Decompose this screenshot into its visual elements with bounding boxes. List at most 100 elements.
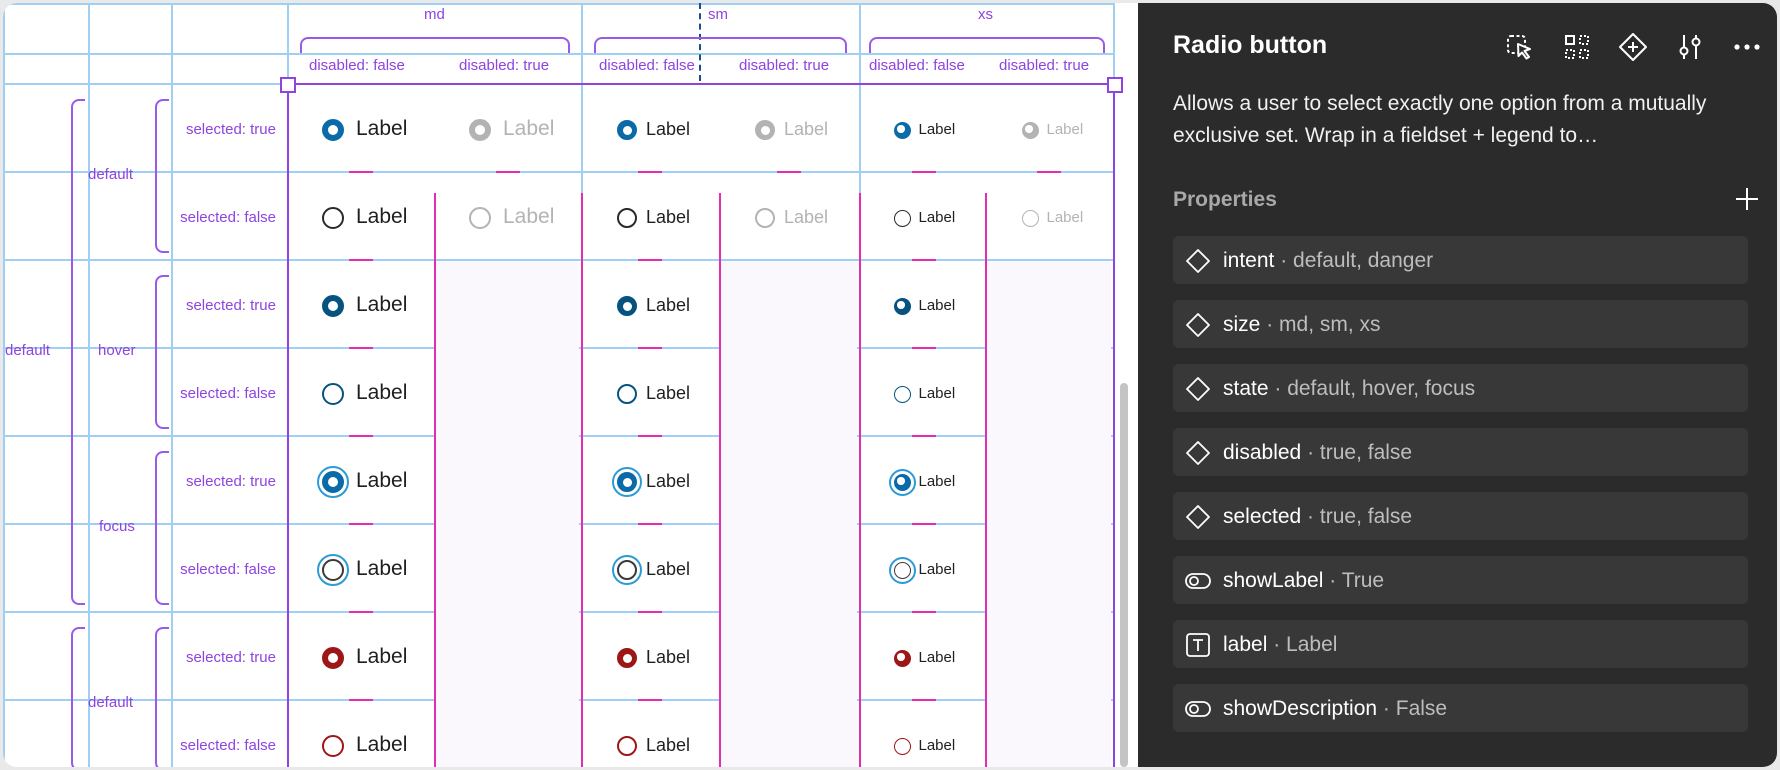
property-row-state[interactable]: state · default, hover, focus [1173,364,1748,412]
radio-unselected-icon[interactable] [617,384,637,404]
radio-unselected-icon[interactable] [893,737,911,755]
state-label: default [88,694,134,711]
radio-selected-icon[interactable] [617,296,637,316]
radio-selected-icon[interactable] [322,647,344,669]
radio-label: Label [918,385,956,402]
property-name: selected · true, false [1223,505,1412,529]
empty-cell [987,261,1111,767]
radio-selected-icon[interactable] [617,472,637,492]
property-label: state [1223,377,1269,400]
selected-group-brace [155,99,169,253]
radio-unselected-icon[interactable] [617,560,637,580]
spacing-tick [912,171,936,173]
radio-selected-icon[interactable] [322,119,344,141]
guide-line [171,3,173,767]
more-icon[interactable] [1730,30,1764,64]
property-name: label · Label [1223,633,1337,657]
radio-unselected-icon[interactable] [893,209,911,227]
radio-selected-icon[interactable] [617,120,637,140]
radio-dot [897,125,905,133]
property-row-showlabel[interactable]: showLabel · True [1173,556,1748,604]
radio-label: Label [918,209,956,226]
radio-label: Label [356,293,408,317]
property-row-disabled[interactable]: disabled · true, false [1173,428,1748,476]
properties-panel: Radio button Allows a user to select exa… [1138,3,1777,767]
radio-label: Label [356,117,408,141]
radio-label: Label [1046,121,1084,138]
row-label: selected: true [185,649,276,666]
variants-grid-icon[interactable] [1560,30,1594,64]
guide-line [3,53,1115,55]
adjust-sliders-icon[interactable] [1673,30,1707,64]
resize-handle[interactable] [280,77,296,93]
spacing-tick [638,611,662,613]
radio-dot [327,652,338,663]
property-name: state · default, hover, focus [1223,377,1475,401]
property-row-label[interactable]: label · Label [1173,620,1748,668]
select-instance-icon[interactable] [1503,30,1537,64]
state-group-brace [71,627,85,767]
radio-dot [622,301,632,311]
radio-selected-icon[interactable] [322,295,344,317]
property-values: · default, hover, focus [1268,377,1476,400]
row-label: selected: true [185,121,276,138]
radio-selected-icon[interactable] [893,473,911,491]
radio-dot [622,125,632,135]
radio-label: Label [503,205,555,229]
cell-separator [985,193,987,767]
spacing-tick [349,171,373,173]
radio-dot [327,476,338,487]
column-label: disabled: false [309,57,405,74]
property-name: disabled · true, false [1223,441,1412,465]
radio-unselected-icon[interactable] [322,383,344,405]
radio-unselected-icon[interactable] [322,207,344,229]
radio-selected-icon [755,120,775,140]
radio-label: Label [918,121,956,138]
radio-unselected-icon[interactable] [893,385,911,403]
spacing-tick [912,699,936,701]
property-label: showLabel [1223,569,1324,592]
radio-selected-icon[interactable] [322,471,344,493]
size-label-md: md [424,6,445,23]
radio-unselected-icon[interactable] [617,208,637,228]
component-diamond-icon[interactable] [1616,30,1650,64]
radio-dot [760,125,770,135]
spacing-tick [638,435,662,437]
panel-title: Radio button [1173,31,1328,59]
radio-selected-icon[interactable] [617,648,637,668]
property-row-size[interactable]: size · md, sm, xs [1173,300,1748,348]
property-row-selected[interactable]: selected · true, false [1173,492,1748,540]
size-label-xs: xs [978,6,993,23]
property-row-intent[interactable]: intent · default, danger [1173,236,1748,284]
column-label: disabled: false [599,57,695,74]
row-label: selected: true [185,473,276,490]
radio-selected-icon[interactable] [893,297,911,315]
radio-dot [474,124,485,135]
state-label: focus [99,518,135,535]
radio-label: Label [503,117,555,141]
property-label: label [1223,633,1268,656]
radio-label: Label [784,119,829,140]
add-icon[interactable] [1733,185,1761,213]
radio-label: Label [918,737,956,754]
property-label: size [1223,313,1261,336]
cell-separator [581,193,583,767]
design-canvas[interactable]: md sm xs disabled: false disabled: true … [3,3,1138,767]
canvas-scrollbar[interactable] [1120,383,1128,767]
radio-selected-icon[interactable] [893,121,911,139]
resize-handle[interactable] [1107,77,1123,93]
radio-unselected-icon[interactable] [893,561,911,579]
toggle-icon [1185,701,1211,717]
spacing-tick [349,699,373,701]
radio-label: Label [918,297,956,314]
state-label: hover [98,342,136,359]
radio-label: Label [646,119,691,140]
property-row-showdescription[interactable]: showDescription · False [1173,684,1748,732]
radio-unselected-icon[interactable] [617,736,637,756]
radio-unselected-icon[interactable] [322,735,344,757]
radio-label: Label [356,469,408,493]
property-name: showDescription · False [1223,697,1447,721]
radio-selected-icon[interactable] [893,649,911,667]
radio-unselected-icon[interactable] [322,559,344,581]
radio-selected-icon [1021,121,1039,139]
